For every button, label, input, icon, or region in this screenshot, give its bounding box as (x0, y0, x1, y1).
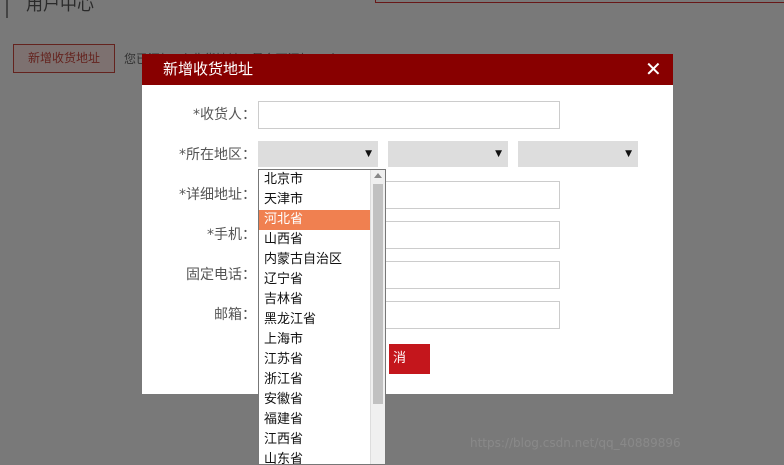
cancel-button[interactable]: 消 (389, 344, 430, 374)
scroll-up-icon[interactable] (374, 173, 382, 178)
row-region: *所在地区： ▼ ▼ ▼ (142, 141, 673, 169)
province-option[interactable]: 辽宁省 (259, 270, 372, 290)
district-select[interactable]: ▼ (518, 141, 638, 167)
province-option[interactable]: 山东省 (259, 450, 372, 464)
province-option[interactable]: 浙江省 (259, 370, 372, 390)
add-address-dialog: 新增收货地址 ✕ *收货人： *所在地区： ▼ ▼ ▼ *详细地址： *手机： … (142, 54, 673, 394)
receiver-label: *收货人： (193, 107, 256, 123)
province-option[interactable]: 上海市 (259, 330, 372, 350)
province-option[interactable]: 北京市 (259, 170, 372, 190)
province-dropdown-list[interactable]: 北京市 天津市 河北省 山西省 内蒙古自治区 辽宁省 吉林省 黑龙江省 上海市 江苏省 浙江省 安徽省… (258, 169, 386, 465)
row-tel: 固定电话： (142, 261, 673, 289)
scroll-thumb[interactable] (373, 184, 383, 404)
province-option[interactable]: 河北省 (259, 210, 372, 230)
row-address: *详细地址： (142, 181, 673, 209)
row-email: 邮箱： (142, 301, 673, 329)
dialog-header: 新增收货地址 ✕ (142, 54, 673, 85)
email-label: 邮箱： (214, 307, 256, 323)
close-icon[interactable]: ✕ (645, 54, 662, 85)
province-option[interactable]: 吉林省 (259, 290, 372, 310)
chevron-down-icon: ▼ (365, 149, 372, 159)
province-option[interactable]: 天津市 (259, 190, 372, 210)
phone-label: *手机： (207, 227, 256, 243)
province-option[interactable]: 江苏省 (259, 350, 372, 370)
chevron-down-icon: ▼ (625, 149, 632, 159)
province-option[interactable]: 江西省 (259, 430, 372, 450)
province-option[interactable]: 安徽省 (259, 390, 372, 410)
scrollbar[interactable] (370, 170, 385, 464)
dialog-title: 新增收货地址 (163, 60, 254, 78)
receiver-input[interactable] (258, 101, 560, 129)
row-phone: *手机： (142, 221, 673, 249)
chevron-down-icon: ▼ (495, 149, 502, 159)
province-option[interactable]: 内蒙古自治区 (259, 250, 372, 270)
region-label: *所在地区： (179, 147, 256, 163)
city-select[interactable]: ▼ (388, 141, 508, 167)
province-select[interactable]: ▼ (258, 141, 378, 167)
row-receiver: *收货人： (142, 101, 673, 129)
watermark: https://blog.csdn.net/qq_40889896 (470, 436, 681, 450)
province-option[interactable]: 黑龙江省 (259, 310, 372, 330)
address-label: *详细地址： (179, 187, 256, 203)
tel-label: 固定电话： (186, 267, 256, 283)
province-option[interactable]: 福建省 (259, 410, 372, 430)
province-option[interactable]: 山西省 (259, 230, 372, 250)
